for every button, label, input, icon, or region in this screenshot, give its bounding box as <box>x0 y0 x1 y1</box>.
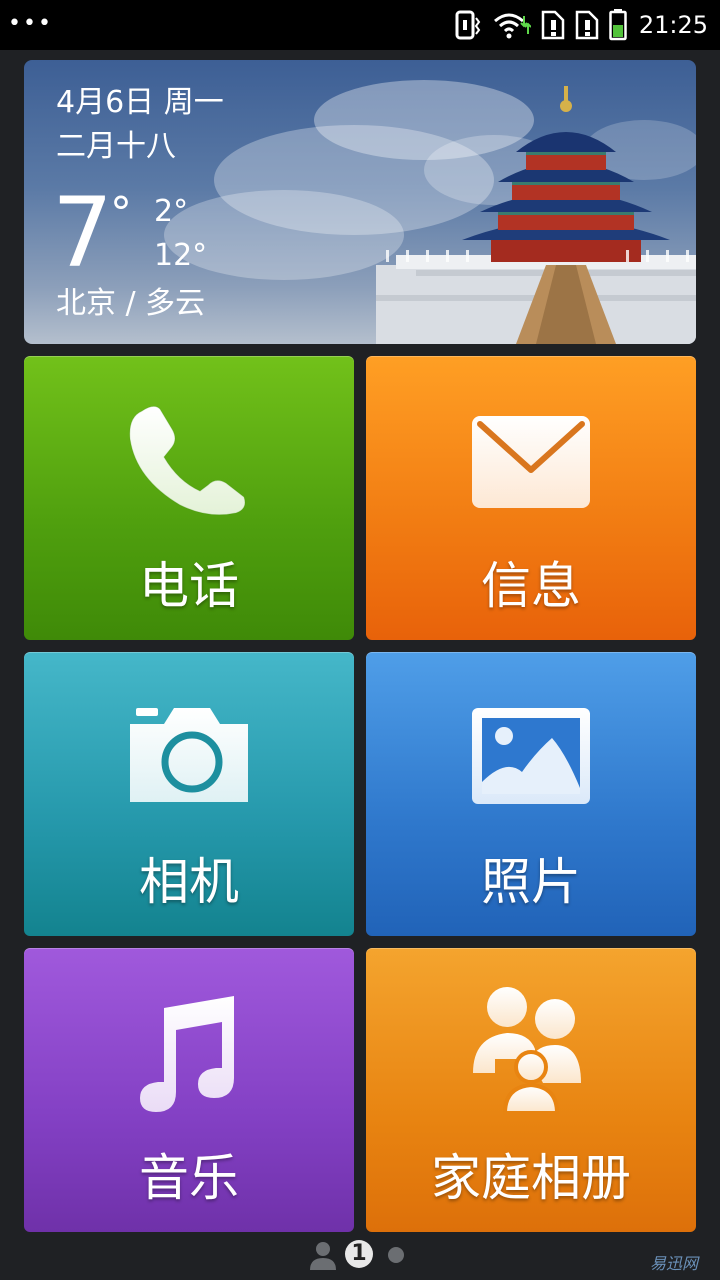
camera-icon <box>130 708 248 802</box>
degree-symbol: ° <box>110 188 132 239</box>
phone-tile[interactable]: 电话 <box>24 356 354 640</box>
messages-label: 信息 <box>481 557 581 615</box>
music-tile[interactable]: 音乐 <box>24 948 354 1232</box>
family-icon <box>473 987 581 1115</box>
vibrate-icon <box>455 10 481 40</box>
lunar-date: 二月十八 <box>56 129 176 164</box>
overflow-menu-icon[interactable]: ••• <box>8 13 53 35</box>
wifi-icon <box>493 13 531 39</box>
weather-date: 4月6日 周一 <box>56 85 224 120</box>
photos-tile[interactable]: 照片 <box>366 652 696 936</box>
watermark: 易迅网 <box>649 1254 698 1273</box>
camera-tile[interactable]: 相机 <box>24 652 354 936</box>
photos-label: 照片 <box>481 853 581 911</box>
current-page-indicator[interactable]: 1 <box>345 1240 373 1268</box>
high-temperature: 12° <box>154 238 208 273</box>
page-dot[interactable] <box>388 1247 404 1263</box>
picture-icon <box>472 708 590 804</box>
phone-label: 电话 <box>139 557 239 615</box>
page-indicator: 1 <box>0 1236 720 1272</box>
music-label: 音乐 <box>139 1149 239 1207</box>
phone-icon <box>129 405 246 516</box>
music-note-icon <box>140 996 234 1112</box>
status-bar: ••• 21:25 <box>0 0 720 50</box>
envelope-icon <box>472 416 590 508</box>
temple-of-heaven-image <box>376 86 696 344</box>
low-temperature: 2° <box>154 194 189 229</box>
battery-icon <box>609 9 627 41</box>
current-temperature: 7 <box>52 177 114 289</box>
family-album-tile[interactable]: 家庭相册 <box>366 948 696 1232</box>
clock: 21:25 <box>638 11 708 39</box>
city-condition: 北京 / 多云 <box>56 286 206 321</box>
sim1-alert-icon <box>541 10 565 40</box>
sim2-alert-icon <box>575 10 599 40</box>
weather-widget[interactable]: 4月6日 周一 二月十八 7 ° 2° 12° 北京 / 多云 <box>24 60 696 344</box>
camera-label: 相机 <box>139 853 239 911</box>
messages-tile[interactable]: 信息 <box>366 356 696 640</box>
family-album-label: 家庭相册 <box>431 1149 631 1207</box>
contacts-page-icon[interactable] <box>308 1240 338 1270</box>
